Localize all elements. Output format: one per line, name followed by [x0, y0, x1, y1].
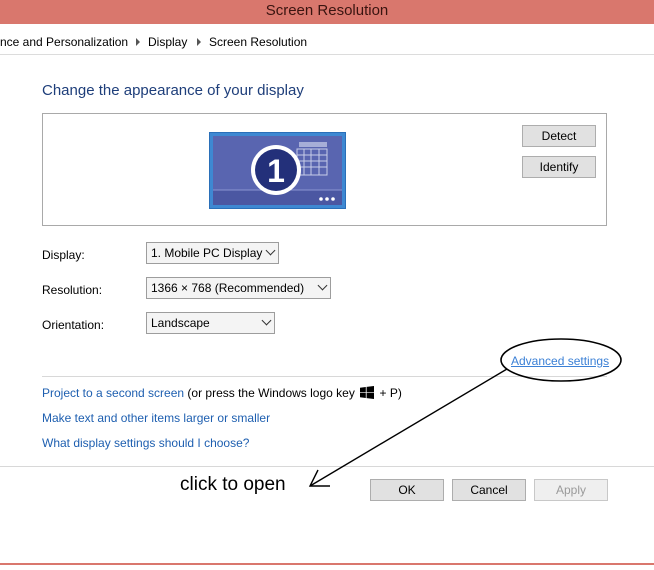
breadcrumb-item-display[interactable]: Display — [148, 35, 187, 49]
annotation-text: click to open — [180, 474, 286, 495]
ok-button[interactable]: OK — [370, 479, 444, 501]
cancel-button[interactable]: Cancel — [452, 479, 526, 501]
project-row: Project to a second screen (or press the… — [42, 386, 402, 400]
project-note-shortcut: + P) — [379, 386, 402, 400]
display-select-value: 1. Mobile PC Display — [151, 246, 263, 260]
display-label: Display: — [42, 248, 85, 262]
orientation-label: Orientation: — [42, 318, 105, 332]
breadcrumb-separator-icon — [197, 38, 201, 46]
orientation-select[interactable]: Landscape — [146, 312, 275, 334]
breadcrumb-separator-icon — [136, 38, 140, 46]
breadcrumb-item-personalization[interactable]: nce and Personalization — [0, 35, 128, 49]
annotation-arrowhead-icon — [308, 469, 330, 487]
orientation-select-value: Landscape — [151, 316, 210, 330]
window-bottom-border — [0, 563, 654, 565]
window-title: Screen Resolution — [265, 2, 389, 19]
footer-divider — [0, 466, 654, 467]
breadcrumb: nce and Personalization Display Screen R… — [0, 24, 654, 55]
apply-button[interactable]: Apply — [534, 479, 608, 501]
title-bar: Screen Resolution — [0, 0, 654, 24]
resolution-label: Resolution: — [42, 283, 103, 297]
display-select[interactable]: 1. Mobile PC Display — [146, 242, 279, 264]
advanced-settings-link[interactable]: Advanced settings — [511, 354, 609, 368]
windows-logo-icon — [360, 386, 375, 399]
project-second-screen-link[interactable]: Project to a second screen — [42, 386, 184, 400]
section-divider — [42, 376, 607, 377]
identify-button[interactable]: Identify — [522, 156, 596, 178]
chevron-down-icon — [261, 315, 272, 326]
text-size-link[interactable]: Make text and other items larger or smal… — [42, 411, 270, 425]
display-settings-help-link[interactable]: What display settings should I choose? — [42, 436, 249, 450]
page-title: Change the appearance of your display — [42, 82, 304, 99]
chevron-down-icon — [317, 280, 328, 291]
resolution-select-value: 1366 × 768 (Recommended) — [151, 281, 305, 295]
breadcrumb-item-screen-resolution[interactable]: Screen Resolution — [209, 35, 307, 49]
chevron-down-icon — [265, 245, 276, 256]
detect-button[interactable]: Detect — [522, 125, 596, 147]
resolution-select[interactable]: 1366 × 768 (Recommended) — [146, 277, 331, 299]
project-note: (or press the Windows logo key — [187, 386, 355, 400]
monitor-number: 1 — [267, 153, 285, 189]
monitor-icon[interactable]: 1 — [209, 132, 346, 209]
